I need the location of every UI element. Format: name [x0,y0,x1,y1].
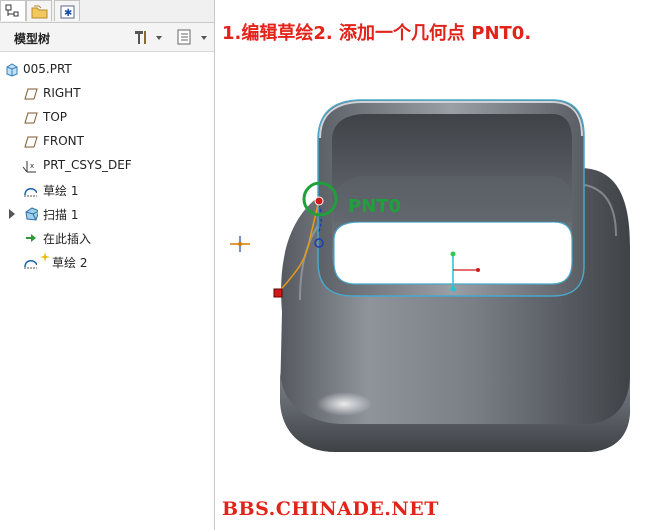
tree-item-sweep-1[interactable]: 扫描 1 [0,202,214,226]
pnt0-point[interactable] [314,196,324,206]
model-tree-tab-icon [5,4,19,17]
sketch-icon [24,260,37,269]
tree-item-part[interactable]: 005.PRT [0,58,214,82]
folder-icon [31,5,48,19]
model-tree-title: 模型树 [14,32,51,46]
show-dropdown-button[interactable] [176,27,212,47]
coordinate-system-icon: x [22,161,36,173]
tree-item-label: 草绘 2 [52,256,88,270]
navigator-tabs: ✱ [0,0,214,23]
tab-model-tree[interactable] [0,0,26,21]
tree-item-label: FRONT [43,134,84,148]
datum-plane-icon [24,112,38,124]
model-tree-panel: ✱ 模型树 005.PRT RIGHT TOP FRONT x PRT_CSYS… [0,0,215,530]
insert-here-icon [26,234,36,242]
settings-dropdown-button[interactable] [132,27,166,47]
model-view [230,99,630,452]
spin-center-icon [230,236,250,252]
svg-text:✱: ✱ [64,8,72,19]
pnt0-label: PNT0 [348,196,402,217]
tab-favorites[interactable]: ✱ [54,0,80,21]
tree-item-insert-here[interactable]: 在此插入 [0,226,214,250]
tree-item-label: TOP [43,110,68,124]
favorites-icon: ✱ [60,5,75,19]
tree-item-sketch-2[interactable]: 草绘 2 [0,250,214,274]
tree-item-label: 005.PRT [23,62,72,76]
tree-item-label: RIGHT [43,86,81,100]
tree-item-label: 在此插入 [43,232,92,246]
part-icon [6,63,18,77]
tab-folder-browser[interactable] [26,0,52,21]
tree-item-label: 扫描 1 [43,208,79,222]
specular-highlight [316,392,372,416]
model-tree-header: 模型树 [0,23,214,52]
sketch-icon [24,188,37,197]
expand-arrow-icon[interactable] [9,209,15,219]
svg-text:x: x [30,162,34,170]
tree-item-csys[interactable]: x PRT_CSYS_DEF [0,154,214,178]
sweep-icon [25,207,38,221]
datum-plane-icon [24,88,38,100]
graphics-viewport[interactable]: 1.编辑草绘2. 添加一个几何点 PNT0. PNT0 BBS.CHINADE.… [215,0,645,530]
tree-item-front[interactable]: FRONT [0,130,214,154]
watermark: BBS.CHINADE.NET [222,498,439,520]
list-icon [177,29,207,45]
tree-item-label: 草绘 1 [43,184,79,198]
tree-item-sketch-1[interactable]: 草绘 1 [0,178,214,202]
tree-item-right[interactable]: RIGHT [0,82,214,106]
sketch-endpoint[interactable] [273,288,283,298]
tree-item-top[interactable]: TOP [0,106,214,130]
datum-plane-icon [24,136,38,148]
tools-icon [135,31,162,44]
tree-item-label: PRT_CSYS_DEF [43,158,132,172]
instruction-annotation: 1.编辑草绘2. 添加一个几何点 PNT0. [222,23,532,44]
